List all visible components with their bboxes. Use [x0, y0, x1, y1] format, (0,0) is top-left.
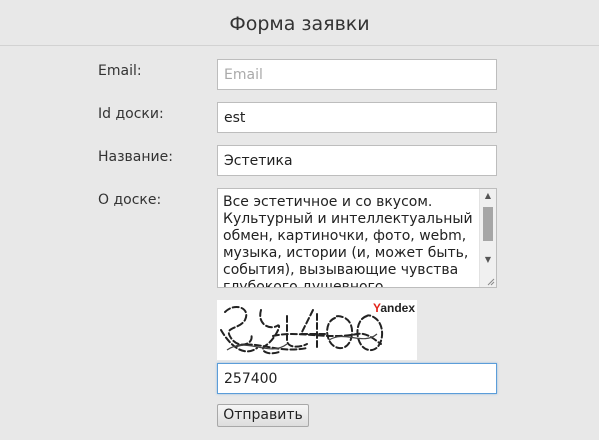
- captcha-image: Yandex: [217, 300, 417, 360]
- submit-button[interactable]: Отправить: [217, 404, 309, 427]
- scroll-down-arrow-icon[interactable]: ▼: [480, 253, 496, 267]
- captcha-answer-field[interactable]: [217, 363, 497, 394]
- form-title: Форма заявки: [0, 0, 599, 46]
- about-board-text[interactable]: Все эстетичное и со вкусом. Культурный и…: [223, 194, 475, 287]
- textarea-scrollbar[interactable]: ▲ ▼: [479, 189, 496, 287]
- board-id-field[interactable]: [217, 102, 497, 133]
- board-name-label: Название:: [98, 149, 173, 165]
- about-board-textarea[interactable]: Все эстетичное и со вкусом. Культурный и…: [217, 188, 497, 288]
- about-board-label: О доске:: [98, 192, 162, 208]
- board-name-field[interactable]: [217, 145, 497, 176]
- email-label: Email:: [98, 63, 142, 79]
- email-field[interactable]: [217, 59, 497, 90]
- application-form-page: Форма заявки Email: Id доски: Название: …: [0, 0, 599, 440]
- scroll-up-arrow-icon[interactable]: ▲: [480, 189, 496, 203]
- scroll-thumb[interactable]: [483, 207, 493, 241]
- yandex-logo: Yandex: [372, 301, 415, 315]
- resize-grip-icon[interactable]: [487, 278, 495, 286]
- board-id-label: Id доски:: [98, 106, 164, 122]
